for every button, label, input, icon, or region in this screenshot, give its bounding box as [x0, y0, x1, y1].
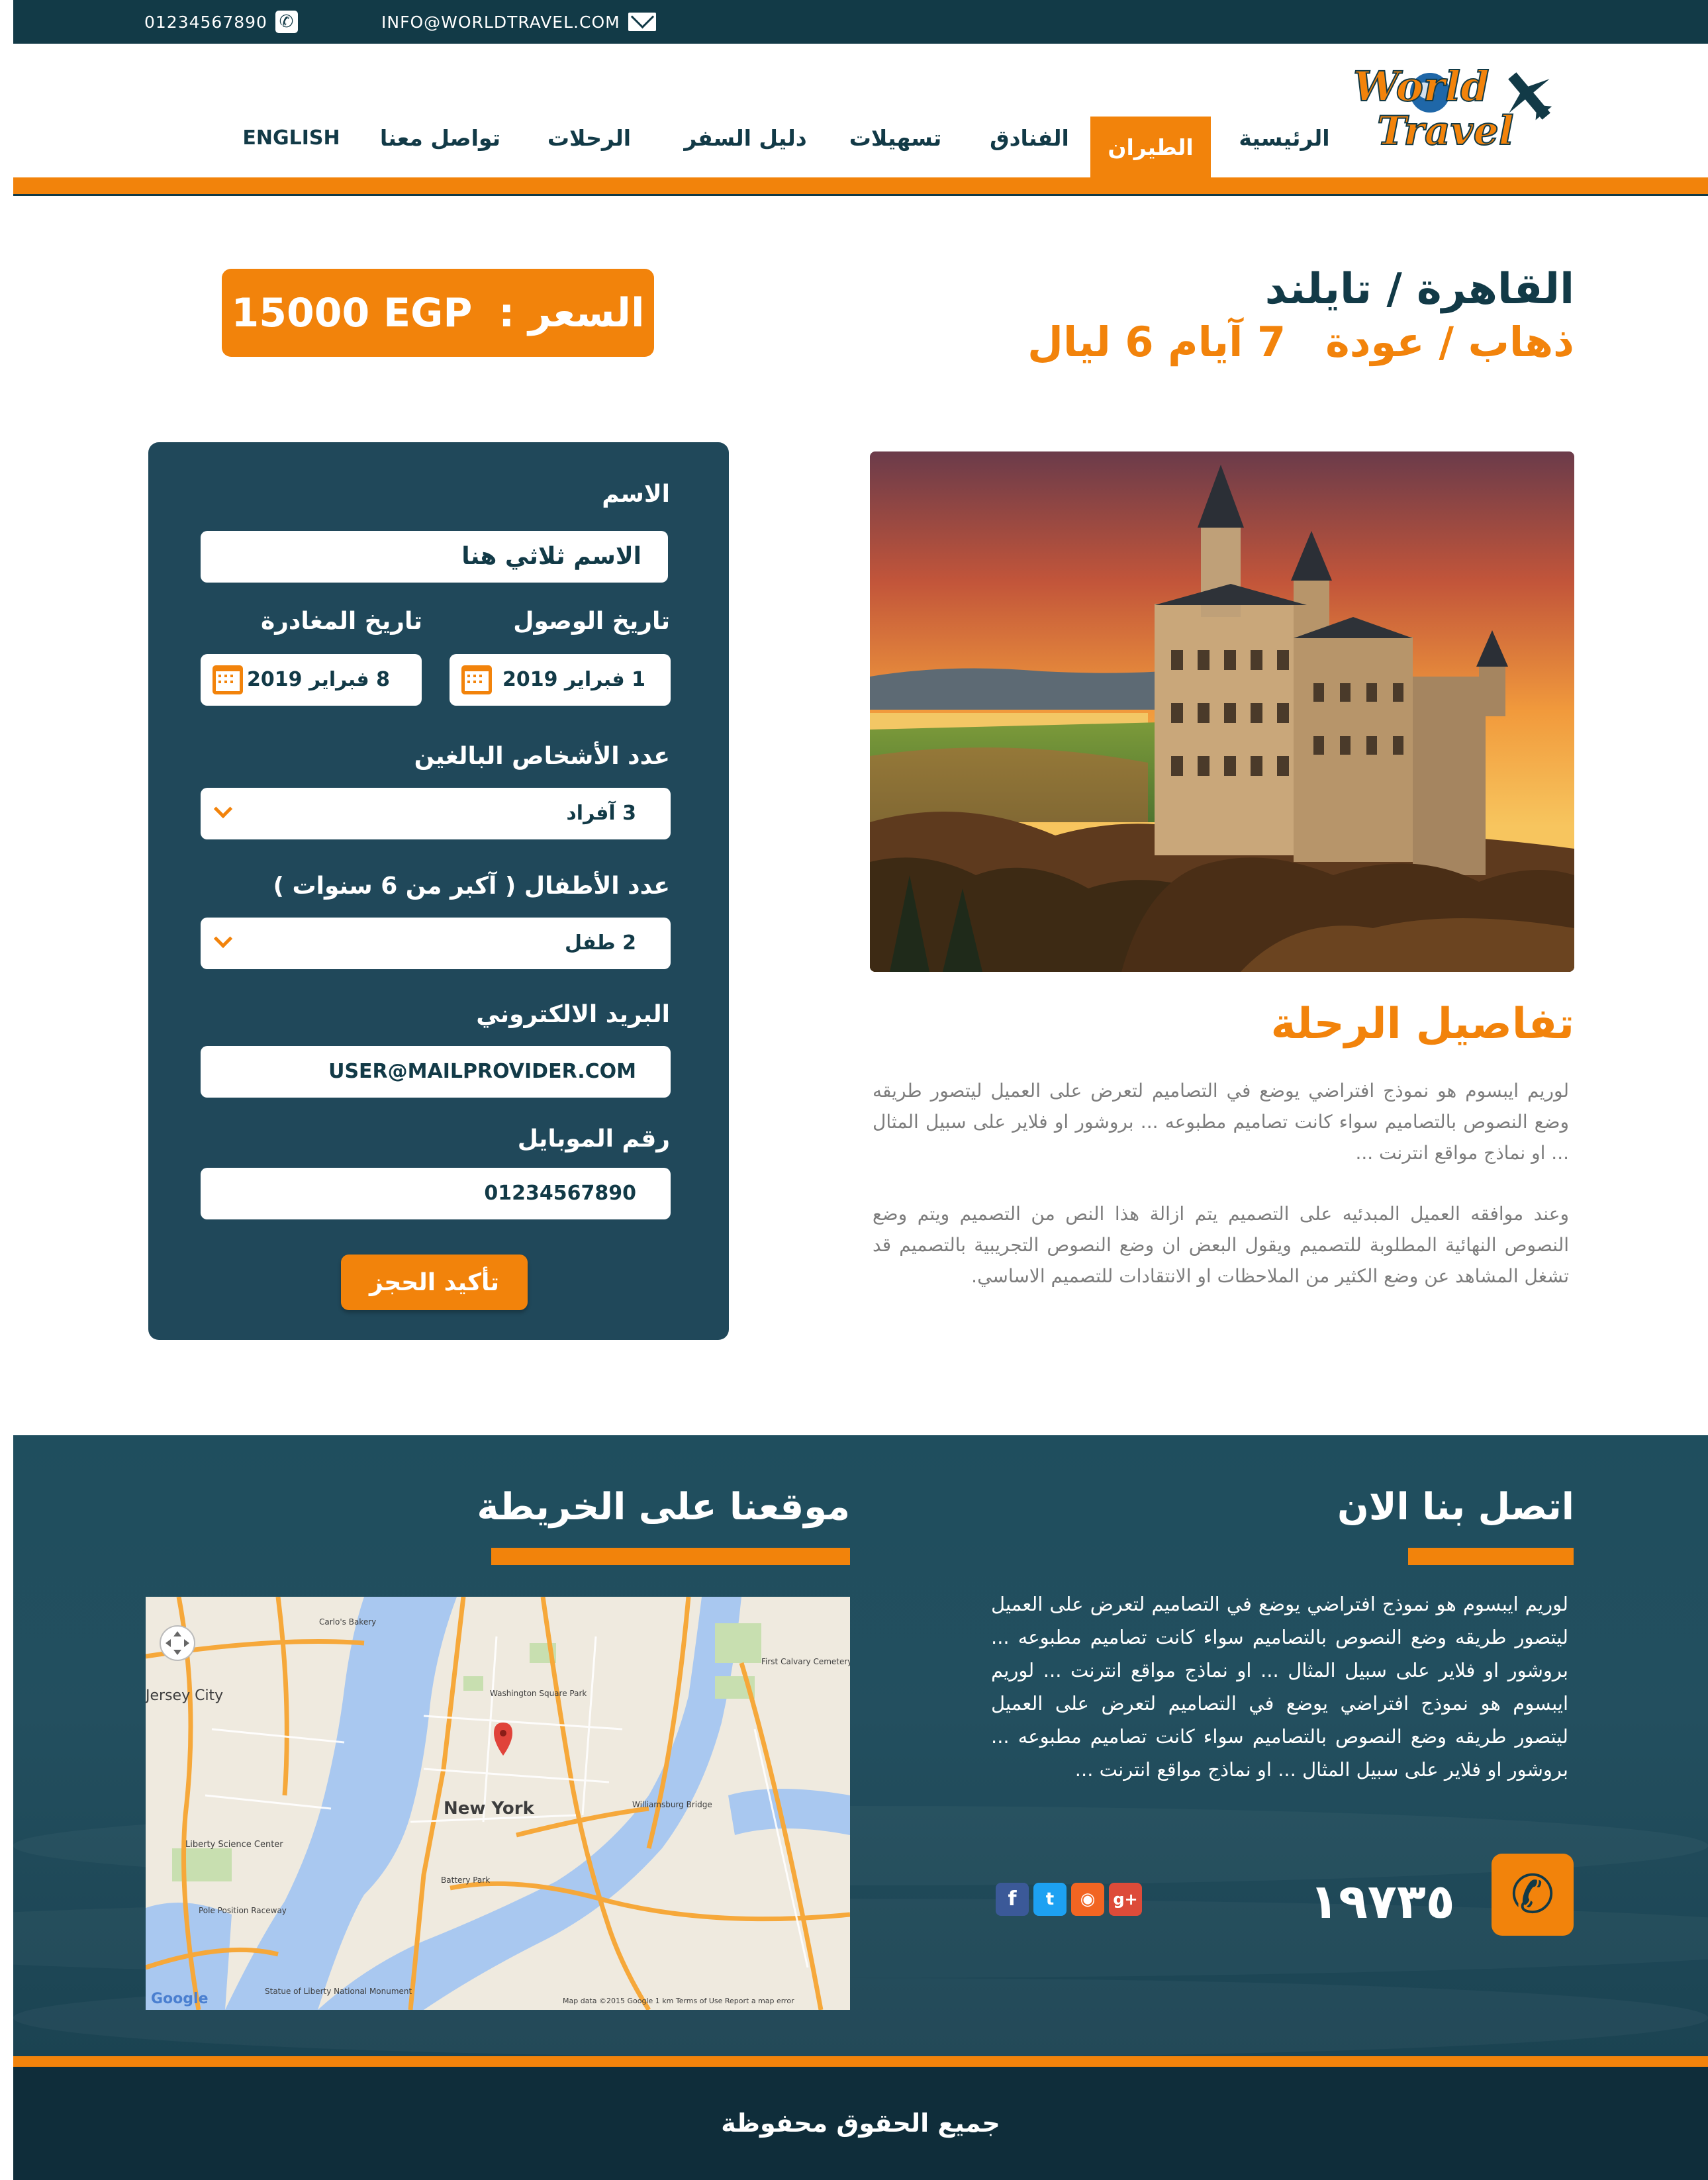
top-email-address: INFO@WORLDTRAVEL.COM	[381, 12, 620, 32]
map-pan-control[interactable]	[160, 1625, 195, 1661]
map-attribution: Map data ©2015 Google 1 km Terms of Use …	[563, 1997, 794, 2005]
confirm-booking-button[interactable]: تأكيد الحجز	[341, 1255, 528, 1310]
google-logo: Google	[151, 1991, 209, 2007]
nav-trips[interactable]: الرحلات	[540, 115, 639, 160]
trip-duration: 7 آيام 6 ليال	[1027, 318, 1286, 366]
mobile-input[interactable]: 01234567890	[201, 1168, 671, 1219]
contact-paragraph: لوريم ايبسوم هو نموذج افتراضي يوضع في ال…	[991, 1593, 1568, 1781]
chevron-down-icon	[213, 799, 233, 819]
mobile-input-value: 01234567890	[484, 1182, 636, 1205]
price-label: السعر :	[498, 289, 645, 336]
arrival-date-value: 1 فبراير 2019	[502, 668, 645, 691]
header-accent-bar	[13, 177, 1708, 196]
contact-title: اتصل بنا الان	[1337, 1486, 1574, 1529]
chevron-down-icon	[213, 929, 233, 949]
name-label: الاسم	[602, 481, 670, 508]
email-label: البريد الالكتروني	[476, 1001, 670, 1028]
departure-date-value: 8 فبراير 2019	[246, 668, 390, 691]
departure-date-label: تاريخ المغادرة	[260, 608, 422, 635]
map-label-pole-position: Pole Position Raceway	[199, 1906, 287, 1915]
map-label-carlos-bakery: Carlo's Bakery	[319, 1617, 376, 1627]
contact-title-underline	[1408, 1548, 1574, 1565]
map-label-new-york: New York	[444, 1799, 535, 1819]
facebook-icon[interactable]: f	[996, 1883, 1029, 1916]
logo-word-world: World	[1353, 62, 1490, 111]
details-paragraph-2: وعند موافقه العميل المبدئيه على التصميم …	[873, 1203, 1569, 1287]
logo-word-travel: Travel	[1377, 108, 1514, 149]
adults-label: عدد الأشخاص البالغين	[414, 743, 670, 770]
adults-select[interactable]: 3 آفراد	[201, 788, 671, 839]
name-input-value: الاسم ثلاثي هنا	[461, 543, 641, 570]
nav-travel-guide[interactable]: دليل السفر	[673, 115, 818, 160]
map-label-battery-park: Battery Park	[441, 1875, 490, 1885]
email-input-value: USER@MAILPROVIDER.COM	[328, 1060, 636, 1083]
nav-home[interactable]: الرئيسية	[1233, 115, 1335, 160]
nav-hotels[interactable]: الفنادق	[980, 115, 1079, 160]
location-map[interactable]: New York Jersey City Williamsburg Bridge…	[146, 1597, 850, 2010]
map-label-washington-square: Washington Square Park	[490, 1689, 587, 1698]
children-select[interactable]: 2 طفل	[201, 918, 671, 969]
world-travel-logo[interactable]: World Travel	[1351, 60, 1572, 149]
map-label-statue-of-liberty: Statue of Liberty National Monument	[265, 1987, 412, 1996]
price-value: 15000 EGP	[231, 289, 473, 336]
calendar-icon	[461, 665, 492, 694]
map-title: موقعنا على الخريطة	[477, 1486, 850, 1529]
details-paragraph-1: لوريم ايبسوم هو نموذج افتراضي يوضع في ال…	[873, 1080, 1569, 1164]
footer-accent-bar	[13, 2056, 1708, 2067]
nav-contact[interactable]: تواصل معنا	[371, 115, 510, 160]
nav-flights[interactable]: الطيران	[1090, 117, 1211, 177]
footer-bar: جميع الحقوق محفوظة	[13, 2067, 1708, 2180]
rss-icon[interactable]: ◉	[1071, 1883, 1104, 1916]
calendar-icon	[213, 665, 243, 694]
arrival-date-label: تاريخ الوصول	[513, 608, 670, 635]
phone-icon: ✆	[1492, 1854, 1574, 1936]
arrival-date-input[interactable]: 1 فبراير 2019	[450, 654, 671, 706]
top-email[interactable]: INFO@WORLDTRAVEL.COM	[381, 0, 656, 44]
name-input[interactable]: الاسم ثلاثي هنا	[201, 531, 668, 583]
map-label-williamsburg-bridge: Williamsburg Bridge	[632, 1800, 712, 1809]
map-title-underline	[491, 1548, 850, 1565]
mobile-label: رقم الموبايل	[517, 1125, 670, 1153]
copyright-text: جميع الحقوق محفوظة	[721, 2109, 1000, 2138]
page: 01234567890 ✆ INFO@WORLDTRAVEL.COM World…	[0, 0, 1708, 2180]
envelope-icon	[628, 13, 656, 31]
email-input[interactable]: USER@MAILPROVIDER.COM	[201, 1046, 671, 1098]
google-plus-icon[interactable]: g+	[1109, 1883, 1142, 1916]
top-phone[interactable]: 01234567890 ✆	[144, 0, 298, 44]
children-label: عدد الأطفال ( آكبر من 6 سنوات )	[273, 873, 670, 900]
adults-select-value: 3 آفراد	[566, 802, 636, 825]
price-badge: 15000 EGP السعر :	[222, 269, 654, 357]
route-title: القاهرة / تايلند	[1264, 265, 1574, 314]
nav-facilities[interactable]: تسهيلات	[834, 115, 957, 160]
children-select-value: 2 طفل	[565, 931, 636, 955]
hotline-number[interactable]: ١٩٧٣٥	[1309, 1873, 1455, 1929]
header: World Travel الرئيسية الطيران الفنادق تس…	[13, 44, 1708, 177]
twitter-icon[interactable]: t	[1033, 1883, 1067, 1916]
details-title: تفاصيل الرحلة	[1270, 1000, 1574, 1049]
map-label-liberty-science: Liberty Science Center	[185, 1840, 283, 1850]
top-bar: 01234567890 ✆ INFO@WORLDTRAVEL.COM	[13, 0, 1708, 44]
trip-type: ذهاب / عودة	[1325, 318, 1574, 366]
map-label-jersey-city: Jersey City	[146, 1687, 223, 1704]
trip-summary: ذهاب / عودة 7 آيام 6 ليال	[1027, 318, 1574, 366]
castle-photo	[870, 451, 1574, 972]
nav-english[interactable]: ENGLISH	[238, 115, 344, 160]
phone-icon: ✆	[275, 11, 298, 33]
top-phone-number: 01234567890	[144, 12, 267, 32]
map-label-first-calvary: First Calvary Cemetery	[761, 1657, 850, 1666]
departure-date-input[interactable]: 8 فبراير 2019	[201, 654, 422, 706]
